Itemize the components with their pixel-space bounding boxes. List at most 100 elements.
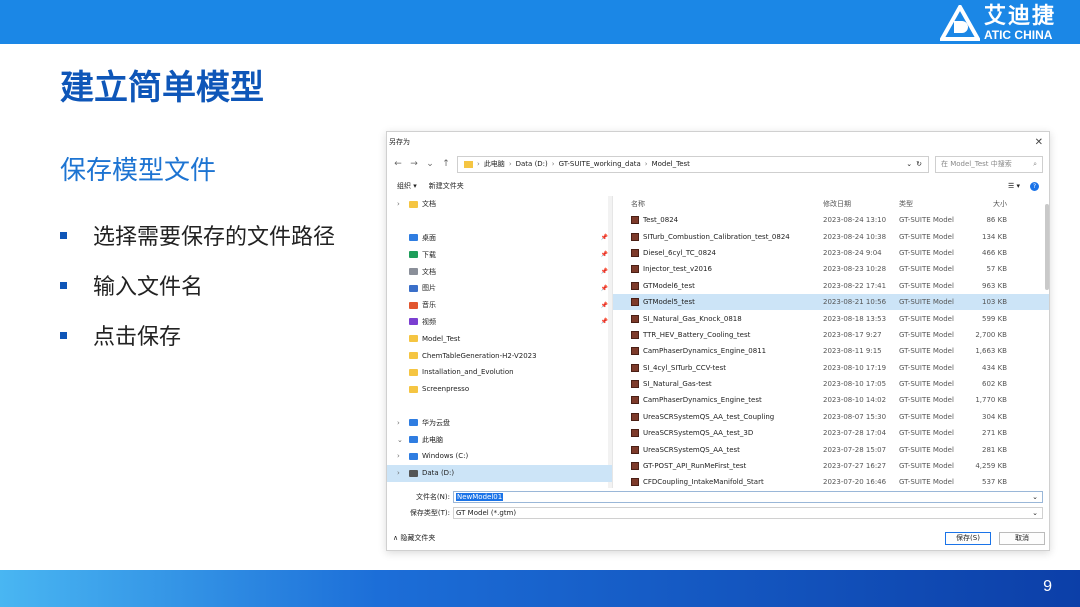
file-name: SI_Natural_Gas_Knock_0818 [613, 314, 823, 323]
file-date: 2023-08-17 9:27 [823, 330, 882, 339]
file-row[interactable]: GTModel5_test 2023-08-21 10:56 GT-SUITE Mo… [613, 293, 1049, 311]
file-type: GT-SUITE Model [899, 216, 954, 225]
help-icon[interactable]: ? [1030, 181, 1039, 191]
file-row[interactable]: SI_4cyl_SITurb_CCV-test 2023-08-10 17:19 G… [613, 360, 1049, 376]
up-arrow-icon[interactable]: ↑ [441, 159, 451, 169]
nav-item[interactable]: Installation_and_Evolution [387, 364, 612, 381]
file-row[interactable]: Injector_test_v2016 2023-08-23 10:28 GT-SU… [613, 261, 1049, 277]
chevron-icon[interactable]: › [397, 200, 405, 208]
file-row[interactable]: GTModel6_test 2023-08-22 17:41 GT-SUITE Mo… [613, 278, 1049, 294]
breadcrumb-item[interactable]: Model_Test [652, 160, 690, 168]
chevron-icon[interactable]: › [397, 452, 405, 460]
chevron-icon[interactable]: ⌄ [397, 436, 405, 444]
footer-bar: 9 [0, 570, 1080, 607]
file-row[interactable]: SITurb_Combustion_Calibration_test_0824 2… [613, 228, 1049, 244]
breadcrumb-item[interactable]: GT-SUITE_working_data [559, 160, 641, 168]
save-button[interactable]: 保存(S) [945, 531, 991, 545]
file-name: UreaSCRSystemQS_AA_test_3D [613, 429, 823, 438]
nav-item[interactable]: › Windows (C:) [387, 448, 612, 465]
file-row[interactable]: UreaSCRSystemQS_AA_test_Coupling 2023-08-… [613, 409, 1049, 425]
cancel-button[interactable]: 取消 [999, 531, 1045, 545]
close-icon[interactable]: ✕ [1035, 137, 1043, 148]
nav-item[interactable]: 下载 📌 [387, 246, 612, 263]
column-date[interactable]: 修改日期 [823, 199, 899, 209]
nav-item-label: Data (D:) [422, 469, 455, 478]
file-row[interactable]: UreaSCRSystemQS_AA_test 2023-07-28 15:07 G… [613, 441, 1049, 457]
chevron-down-icon[interactable]: ⌄ [1032, 509, 1038, 517]
file-size: 4,259 KB [975, 462, 1007, 471]
bullet-list: 选择需要保存的文件路径 输入文件名 点击保存 [60, 210, 335, 360]
save-fields: 文件名(N): NewModel01 ⌄ 保存类型(T): GT Model (… [387, 490, 1049, 520]
bullet-marker-icon [60, 281, 67, 289]
file-row[interactable]: SI_Natural_Gas_Knock_0818 2023-08-18 13:5… [613, 310, 1049, 326]
nav-item[interactable]: › 华为云盘 [387, 414, 612, 431]
bullet-text: 点击保存 [93, 325, 182, 350]
column-type[interactable]: 类型 [899, 199, 963, 209]
file-row[interactable]: UreaSCRSystemQS_AA_test_3D 2023-07-28 17:… [613, 425, 1049, 441]
nav-item[interactable]: 图片 📌 [387, 280, 612, 297]
file-row[interactable]: TTR_HEV_Battery_Cooling_test 2023-08-17 9… [613, 327, 1049, 343]
nav-item[interactable]: ChemTableGeneration-H2-V2023 [387, 347, 612, 364]
file-row[interactable]: GT-POST_API_RunMeFirst_test 2023-07-27 16… [613, 458, 1049, 474]
nav-item[interactable]: Model_Test [387, 330, 612, 347]
pin-icon: 📌 [600, 284, 608, 292]
forward-arrow-icon[interactable]: → [409, 159, 419, 169]
file-name-text: Diesel_6cyl_TC_0824 [643, 248, 716, 257]
chevron-down-icon[interactable]: ⌄ [1032, 493, 1038, 501]
file-row[interactable]: CamPhaserDynamics_Engine_test 2023-08-10 … [613, 392, 1049, 408]
file-date: 2023-08-10 17:05 [823, 380, 887, 389]
nav-item[interactable]: ⌄ 此电脑 [387, 431, 612, 448]
file-date: 2023-08-18 13:53 [823, 314, 887, 323]
filetype-select[interactable]: GT Model (*.gtm) ⌄ [453, 507, 1043, 519]
file-name-text: UreaSCRSystemQS_AA_test [643, 445, 740, 454]
nav-item[interactable]: 视频 📌 [387, 314, 612, 331]
dropdown-icon[interactable]: ⌄ [906, 160, 912, 168]
organize-menu[interactable]: 组织 ▾ [397, 181, 417, 191]
file-date: 2023-08-11 9:15 [823, 347, 882, 356]
file-name-text: Test_0824 [643, 216, 679, 225]
filename-input[interactable]: NewModel01 ⌄ [453, 491, 1043, 503]
pin-icon: 📌 [600, 318, 608, 326]
file-date: 2023-08-24 9:04 [823, 248, 882, 257]
file-name-text: CamPhaserDynamics_Engine_0811 [643, 347, 767, 356]
brand-logo: 艾迪捷 ATIC CHINA [939, 4, 1056, 42]
hide-folders-toggle[interactable]: ∧ 隐藏文件夹 [393, 533, 435, 543]
nav-item[interactable]: 文档 📌 [387, 263, 612, 280]
file-scrollbar[interactable] [1045, 204, 1049, 290]
file-size: 57 KB [986, 265, 1007, 274]
folder-icon [409, 251, 418, 259]
file-date: 2023-08-22 17:41 [823, 281, 887, 290]
nav-item[interactable]: › Data (D:) [387, 464, 612, 482]
file-row[interactable]: CamPhaserDynamics_Engine_0811 2023-08-11 … [613, 343, 1049, 359]
chevron-down-icon[interactable]: ⌄ [425, 159, 435, 169]
refresh-icon[interactable]: ↻ [916, 160, 922, 168]
breadcrumb-item[interactable]: Data (D:) [516, 160, 548, 168]
new-folder-button[interactable]: 新建文件夹 [429, 181, 464, 191]
chevron-icon[interactable]: › [397, 419, 405, 427]
dialog-footer: ∧ 隐藏文件夹 保存(S) 取消 [387, 527, 1049, 549]
view-options-icon[interactable]: ☰ ▾ [1008, 182, 1020, 190]
nav-item[interactable]: 桌面 📌 [387, 230, 612, 247]
file-row[interactable]: Test_0824 2023-08-24 13:10 GT-SUITE Model 8… [613, 212, 1049, 228]
file-size: 103 KB [982, 298, 1007, 307]
back-arrow-icon[interactable]: ← [393, 159, 403, 169]
file-date: 2023-07-20 16:46 [823, 478, 887, 487]
dialog-toolbar: 组织 ▾ 新建文件夹 ☰ ▾ ? [387, 176, 1049, 196]
file-size: 281 KB [982, 445, 1007, 454]
nav-item-label: Installation_and_Evolution [422, 368, 514, 377]
breadcrumb-item[interactable]: 此电脑 [484, 159, 505, 169]
nav-item-label: Screenpresso [422, 385, 470, 394]
nav-item-label: 音乐 [422, 301, 436, 310]
chevron-icon[interactable]: › [397, 469, 405, 477]
file-row[interactable]: SI_Natural_Gas-test 2023-08-10 17:05 GT-SU… [613, 376, 1049, 392]
nav-item[interactable]: Screenpresso [387, 381, 612, 398]
folder-icon [409, 284, 418, 292]
column-size[interactable]: 大小 [963, 199, 1007, 209]
file-row[interactable]: CFDCoupling_IntakeManifold_Start 2023-07-… [613, 474, 1049, 490]
nav-item[interactable]: 音乐 📌 [387, 297, 612, 314]
file-row[interactable]: Diesel_6cyl_TC_0824 2023-08-24 9:04 GT-SUI… [613, 245, 1049, 261]
nav-item[interactable]: › 文档 [387, 196, 612, 213]
breadcrumb[interactable]: › 此电脑 › Data (D:) › GT-SUITE_working_dat… [457, 155, 929, 173]
column-name[interactable]: 名称 [613, 199, 823, 209]
search-input[interactable]: 在 Model_Test 中搜索 ⌕ [935, 155, 1043, 173]
